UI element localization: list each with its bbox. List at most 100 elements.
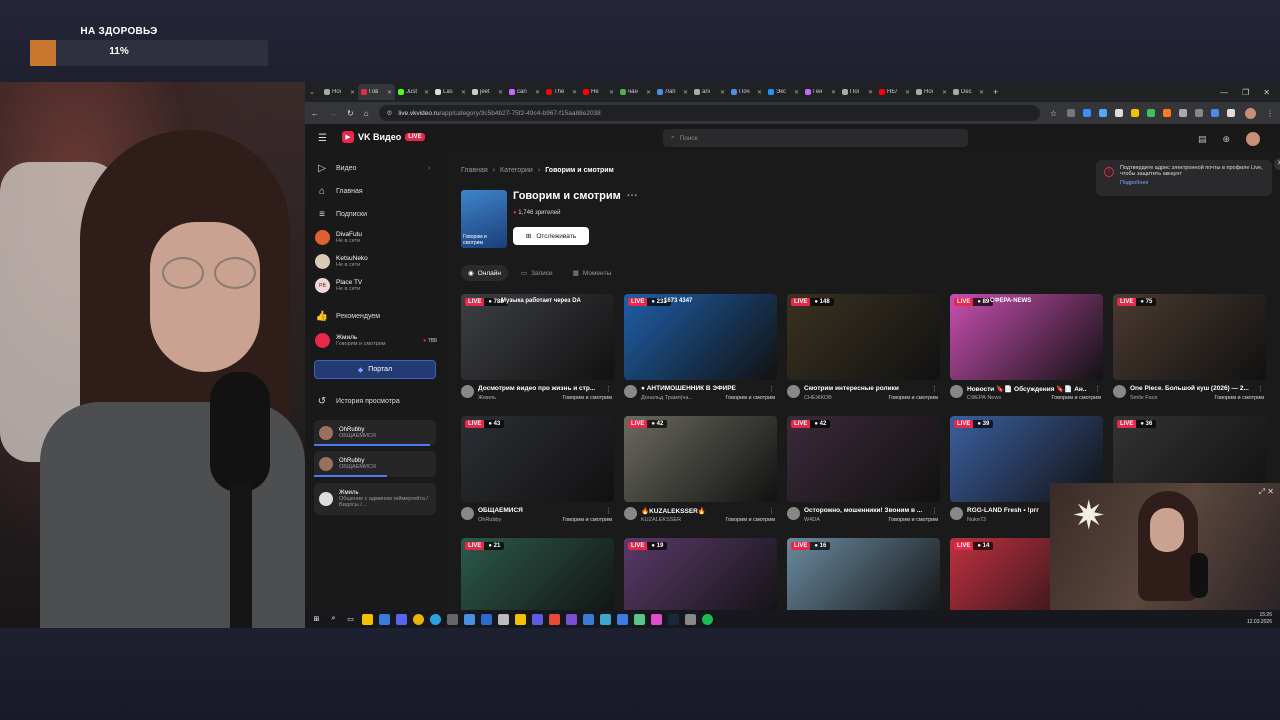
browser-tab[interactable]: Ген ✕ bbox=[802, 84, 839, 100]
tab-close-icon[interactable]: ✕ bbox=[942, 89, 947, 96]
app-icon[interactable] bbox=[481, 613, 492, 625]
stream-thumbnail[interactable]: LIVE ● 788 Музыка работает через DA bbox=[461, 294, 614, 380]
stream-thumbnail[interactable]: LIVE ● 89 СФЕРА-NEWS bbox=[950, 294, 1103, 380]
sidebar-item-subscriptions[interactable]: ≡ Подписки bbox=[316, 208, 367, 220]
menu-icon[interactable]: ⋮ bbox=[1266, 109, 1274, 118]
tab-close-icon[interactable]: ✕ bbox=[572, 89, 577, 96]
tab-close-icon[interactable]: ✕ bbox=[757, 89, 762, 96]
mail-icon[interactable] bbox=[379, 613, 390, 625]
stream-thumbnail[interactable]: LIVE ● 75 bbox=[1113, 294, 1266, 380]
back-icon[interactable]: ← bbox=[311, 109, 319, 118]
stream-card[interactable]: LIVE ● 43 ОБЩАЕМИСЯ OhRubby Говорим и смотри… bbox=[461, 416, 614, 531]
tab-records[interactable]: ▭ Записи bbox=[514, 265, 560, 281]
tab-moments[interactable]: ▦ Моменты bbox=[566, 265, 619, 281]
more-options-icon[interactable]: ··· bbox=[627, 190, 638, 202]
app-icon[interactable] bbox=[566, 613, 577, 625]
steam-icon[interactable] bbox=[668, 613, 679, 625]
tab-close-icon[interactable]: ✕ bbox=[350, 89, 355, 96]
streamer-avatar[interactable] bbox=[1113, 385, 1126, 398]
task-view-icon[interactable]: ▭ bbox=[345, 614, 356, 625]
streamer-name[interactable]: W4DA bbox=[804, 517, 820, 523]
channel-item[interactable]: PB Place TV Не в сети bbox=[315, 278, 362, 293]
stream-thumbnail[interactable]: LIVE ● 42 bbox=[787, 416, 940, 502]
tab-close-icon[interactable]: ✕ bbox=[424, 89, 429, 96]
profile-icon[interactable] bbox=[1245, 107, 1256, 119]
recommended-channel[interactable]: Жмиль Говорим и смотрим ● 789 bbox=[315, 333, 437, 348]
stream-card[interactable]: LIVE ● 148 Смотрим интересные ролики СНЕЖКО… bbox=[787, 294, 940, 409]
pip-expand-icon[interactable]: ⤢ bbox=[1259, 487, 1265, 496]
sidebar-item-video[interactable]: ▷ Видео › bbox=[316, 162, 430, 174]
breadcrumb-home[interactable]: Главная bbox=[461, 167, 488, 174]
stream-card[interactable]: LIVE ● 42 🔥KUZALEKSSER🔥 KUZALEKSSER Говорим … bbox=[624, 416, 777, 531]
tab-close-icon[interactable]: ✕ bbox=[535, 89, 540, 96]
app-icon[interactable] bbox=[447, 613, 458, 625]
discord-icon[interactable] bbox=[396, 613, 407, 625]
stream-category[interactable]: Говорим и смотрим bbox=[562, 395, 612, 401]
streamer-avatar[interactable] bbox=[787, 385, 800, 398]
browser-tab[interactable]: Лап ✕ bbox=[654, 84, 691, 100]
app-icon[interactable] bbox=[498, 613, 509, 625]
browser-tab[interactable]: can ✕ bbox=[506, 84, 543, 100]
stream-thumbnail[interactable]: LIVE ● 148 bbox=[787, 294, 940, 380]
tab-online[interactable]: ◉ Онлайн bbox=[461, 265, 508, 281]
tab-close-icon[interactable]: ✕ bbox=[794, 89, 799, 96]
app-icon[interactable] bbox=[532, 613, 543, 625]
sidebar-item-history[interactable]: ↺ История просмотра bbox=[316, 395, 400, 407]
follow-button[interactable]: ⊞ Отслеживать bbox=[513, 227, 589, 245]
tab-close-icon[interactable]: ✕ bbox=[979, 89, 984, 96]
browser-tab[interactable]: Экс ✕ bbox=[765, 84, 802, 100]
streamer-avatar[interactable] bbox=[624, 385, 637, 398]
app-icon[interactable] bbox=[464, 613, 475, 625]
browser-tab[interactable]: Dec ✕ bbox=[950, 84, 987, 100]
yandex-icon[interactable] bbox=[549, 613, 560, 625]
streamer-name[interactable]: KUZALEKSSER bbox=[641, 517, 681, 523]
browser-tab[interactable]: Поі ✕ bbox=[839, 84, 876, 100]
more-options-icon[interactable]: ⋮ bbox=[605, 385, 612, 393]
history-card[interactable]: OhRubby ОБЩАЕМИСЯ bbox=[314, 420, 436, 446]
tab-close-icon[interactable]: ✕ bbox=[683, 89, 688, 96]
streamer-avatar[interactable] bbox=[461, 507, 474, 520]
stream-thumbnail[interactable]: LIVE ● 233 1673 4347 bbox=[624, 294, 777, 380]
browser-tab[interactable]: Hoi ✕ bbox=[321, 84, 358, 100]
spotify-icon[interactable] bbox=[702, 613, 713, 625]
tab-close-icon[interactable]: ✕ bbox=[646, 89, 651, 96]
history-card[interactable]: Жмиль Общение с админом геймергейта / Вид… bbox=[314, 483, 436, 515]
app-icon[interactable] bbox=[617, 613, 628, 625]
hamburger-menu-icon[interactable]: ☰ bbox=[318, 133, 327, 144]
stream-category[interactable]: Говорим и смотрим bbox=[1214, 395, 1264, 401]
add-icon[interactable]: ⊕ bbox=[1222, 134, 1230, 145]
tab-close-icon[interactable]: ✕ bbox=[831, 89, 836, 96]
pip-close-icon[interactable]: ✕ bbox=[1267, 487, 1274, 496]
tab-close-icon[interactable]: ✕ bbox=[868, 89, 873, 96]
history-card[interactable]: OhRubby ОБЩАЕМИСЯ bbox=[314, 451, 436, 477]
close-window-icon[interactable]: ✕ bbox=[1263, 88, 1270, 97]
streamer-name[interactable]: Smile Face bbox=[1130, 395, 1158, 401]
stream-card[interactable]: LIVE ● 89 СФЕРА-NEWS Новости 🔖📄 Обсуждения … bbox=[950, 294, 1103, 409]
more-options-icon[interactable]: ⋮ bbox=[931, 507, 938, 515]
site-info-icon[interactable]: ⚙ bbox=[387, 109, 393, 117]
more-options-icon[interactable]: ⋮ bbox=[768, 385, 775, 393]
streamer-name[interactable]: Жмиль bbox=[478, 395, 496, 401]
tab-close-icon[interactable]: ✕ bbox=[387, 89, 392, 96]
streamer-avatar[interactable] bbox=[461, 385, 474, 398]
stream-thumbnail[interactable]: LIVE ● 43 bbox=[461, 416, 614, 502]
search-icon[interactable]: ⌕ bbox=[328, 614, 339, 625]
stream-category[interactable]: Говорим и смотрим bbox=[888, 517, 938, 523]
notice-more-link[interactable]: Подробнее bbox=[1120, 180, 1264, 186]
tab-close-icon[interactable]: ✕ bbox=[461, 89, 466, 96]
sidebar-item-home[interactable]: ⌂ Главная bbox=[316, 185, 363, 197]
browser-tab[interactable]: Поч ✕ bbox=[728, 84, 765, 100]
browser-tab[interactable]: jeet ✕ bbox=[469, 84, 506, 100]
sidebar-item-recommended[interactable]: 👍 Рекомендуем bbox=[316, 310, 380, 322]
search-input[interactable]: ⌕ Поиск bbox=[663, 129, 968, 147]
breadcrumb-categories[interactable]: Категории bbox=[500, 167, 533, 174]
channel-item[interactable]: DivaFutu Не в сети bbox=[315, 230, 362, 245]
windows-start-icon[interactable]: ⊞ bbox=[311, 614, 322, 625]
forward-icon[interactable]: → bbox=[329, 109, 337, 118]
portal-button[interactable]: ◆ Портал bbox=[314, 360, 436, 379]
app-icon[interactable] bbox=[583, 613, 594, 625]
channel-item[interactable]: KetsuNeko Не в сети bbox=[315, 254, 368, 269]
stream-thumbnail[interactable]: LIVE ● 42 bbox=[624, 416, 777, 502]
app-icon[interactable] bbox=[634, 613, 645, 625]
stream-category[interactable]: Говорим и смотрим bbox=[725, 395, 775, 401]
